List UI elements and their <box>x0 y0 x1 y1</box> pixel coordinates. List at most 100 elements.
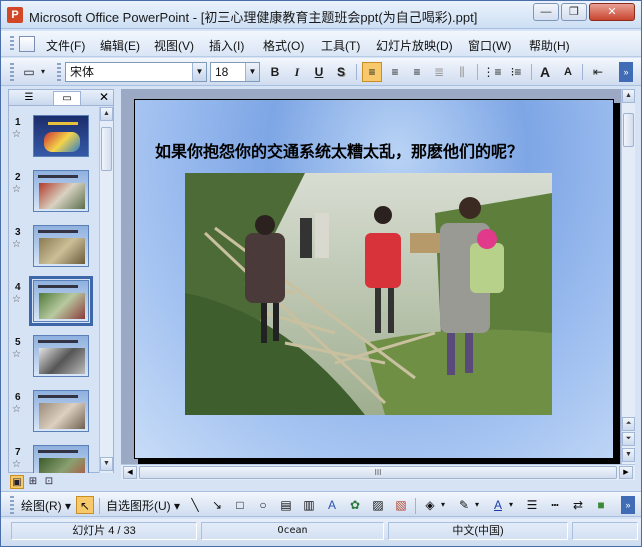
vertical-scroll-thumb[interactable] <box>623 113 634 147</box>
autoshapes-button[interactable]: 自选图形(U) ▾ <box>106 497 180 514</box>
wordart-icon[interactable]: A <box>323 496 341 514</box>
menu-window[interactable]: 窗口(W) <box>468 37 511 54</box>
pane-close-icon[interactable]: ✕ <box>99 90 109 105</box>
slide-photo[interactable] <box>185 173 552 415</box>
slide-thumbnail[interactable] <box>33 445 89 473</box>
minimize-button[interactable]: — <box>533 3 559 21</box>
document-icon[interactable] <box>19 36 35 52</box>
line-tool-icon[interactable]: ╲ <box>186 496 204 514</box>
slide-thumbnail[interactable] <box>33 225 89 267</box>
new-document-icon[interactable]: ▭ <box>19 62 39 82</box>
fill-color-dropdown-icon[interactable]: ▾ <box>438 496 448 514</box>
toolbar-options-icon[interactable]: » <box>619 62 633 82</box>
slide-vertical-scrollbar[interactable]: ▲ ⏶ ⏷ ▼ <box>621 89 635 464</box>
underline-button[interactable]: U <box>309 62 329 82</box>
menu-help[interactable]: 帮助(H) <box>529 37 570 54</box>
dash-style-icon[interactable]: ┅ <box>546 496 564 514</box>
vertical-textbox-icon[interactable]: ▥ <box>300 496 318 514</box>
diagram-icon[interactable]: ✿ <box>346 496 364 514</box>
font-color-dropdown-icon[interactable]: ▾ <box>506 496 516 514</box>
normal-view-icon[interactable]: ▣ <box>10 475 24 489</box>
menu-format[interactable]: 格式(O) <box>263 37 304 54</box>
menu-slideshow[interactable]: 幻灯片放映(D) <box>376 37 453 54</box>
next-slide-icon[interactable]: ⏷ <box>622 432 635 446</box>
scroll-right-icon[interactable]: ▶ <box>619 466 633 479</box>
slide-title[interactable]: 如果你抱怨你的交通系统太糟太乱，那麽他们的呢？ <box>155 138 605 162</box>
menu-file[interactable]: 文件(F) <box>46 37 85 54</box>
bullets-icon[interactable]: ⁝≡ <box>506 62 526 82</box>
font-color-icon[interactable]: A <box>489 496 507 514</box>
slide-thumbnail[interactable] <box>33 170 89 212</box>
slide-thumbnail-row[interactable]: 6 ☆ <box>9 390 99 442</box>
clipart-icon[interactable]: ▨ <box>369 496 387 514</box>
menu-edit[interactable]: 编辑(E) <box>100 37 140 54</box>
pane-scrollbar[interactable]: ▲ ▼ <box>99 107 113 473</box>
picture-icon[interactable]: ▧ <box>392 496 410 514</box>
fill-color-icon[interactable]: ◈ <box>421 496 439 514</box>
rectangle-tool-icon[interactable]: □ <box>231 496 249 514</box>
pane-scroll-thumb[interactable] <box>101 127 112 171</box>
slide-show-view-icon[interactable]: ⊡ <box>42 475 56 489</box>
slide-thumbnail-row[interactable]: 3 ☆ <box>9 225 99 277</box>
current-slide[interactable]: 如果你抱怨你的交通系统太糟太乱，那麽他们的呢？ <box>134 99 614 459</box>
decrease-indent-icon[interactable]: ⇤ <box>588 62 608 82</box>
slide-thumbnail[interactable] <box>33 335 89 377</box>
align-center-icon[interactable]: ≡ <box>385 62 405 82</box>
pane-scroll-up-icon[interactable]: ▲ <box>100 107 113 121</box>
toolbar-grip-2[interactable] <box>57 63 61 81</box>
font-name-dropdown-icon[interactable]: ▼ <box>192 63 206 81</box>
slide-thumbnail-row[interactable]: 4 ☆ <box>9 276 99 332</box>
scroll-left-icon[interactable]: ◀ <box>123 466 137 479</box>
arrow-tool-icon[interactable]: ↘ <box>208 496 226 514</box>
slide-sorter-view-icon[interactable]: ⊞ <box>26 475 40 489</box>
scroll-down-icon[interactable]: ▼ <box>622 448 635 462</box>
drawbar-grip[interactable] <box>10 496 14 514</box>
numbering-icon[interactable]: ⋮≡ <box>482 62 502 82</box>
powerpoint-app-icon[interactable]: P <box>7 7 23 23</box>
font-size-combo[interactable]: 18 ▼ <box>210 62 260 82</box>
font-size-dropdown-icon[interactable]: ▼ <box>245 63 259 81</box>
textbox-tool-icon[interactable]: ▤ <box>277 496 295 514</box>
slide-horizontal-scrollbar[interactable]: ◀ III ▶ <box>121 464 635 480</box>
previous-slide-icon[interactable]: ⏶ <box>622 417 635 431</box>
scroll-up-icon[interactable]: ▲ <box>622 89 635 103</box>
align-right-icon[interactable]: ≡ <box>407 62 427 82</box>
menu-grip[interactable] <box>10 36 14 52</box>
slide-thumbnail-row[interactable]: 2 ☆ <box>9 170 99 222</box>
shadow-style-icon[interactable]: ■ <box>592 496 610 514</box>
slide-thumbnail[interactable] <box>33 115 89 157</box>
shrink-font-button[interactable]: A <box>558 62 578 82</box>
new-dropdown-icon[interactable]: ▾ <box>37 62 49 82</box>
slide-thumbnail[interactable] <box>33 390 89 432</box>
text-direction-icon[interactable]: ⫼ <box>452 62 472 82</box>
select-objects-icon[interactable]: ↖ <box>76 496 94 514</box>
tab-slides[interactable]: ▭ <box>53 91 81 105</box>
font-name-combo[interactable]: 宋体 ▼ <box>65 62 207 82</box>
oval-tool-icon[interactable]: ○ <box>254 496 272 514</box>
pane-scroll-down-icon[interactable]: ▼ <box>100 457 113 471</box>
menu-insert[interactable]: 插入(I) <box>209 37 244 54</box>
line-color-dropdown-icon[interactable]: ▾ <box>472 496 482 514</box>
close-button[interactable]: ✕ <box>589 3 635 21</box>
tab-outline[interactable]: ☰ <box>15 91 43 105</box>
italic-button[interactable]: I <box>287 62 307 82</box>
draw-menu-button[interactable]: 绘图(R) ▾ <box>21 497 71 514</box>
line-style-icon[interactable]: ☰ <box>523 496 541 514</box>
shadow-button[interactable]: S <box>331 62 351 82</box>
slide-thumbnail-row[interactable]: 1 ☆ <box>9 115 99 167</box>
bold-button[interactable]: B <box>265 62 285 82</box>
grow-font-button[interactable]: A <box>535 62 555 82</box>
drawbar-options-icon[interactable]: » <box>621 496 635 514</box>
arrow-style-icon[interactable]: ⇄ <box>569 496 587 514</box>
menu-view[interactable]: 视图(V) <box>154 37 194 54</box>
restore-button[interactable]: ❐ <box>561 3 587 21</box>
slide-thumbnail-selected[interactable] <box>29 276 93 326</box>
align-left-icon[interactable]: ≡ <box>362 62 382 82</box>
toolbar-grip[interactable] <box>10 63 14 81</box>
slide-thumbnail-row[interactable]: 7 ☆ <box>9 445 99 473</box>
menu-tools[interactable]: 工具(T) <box>321 37 360 54</box>
status-language[interactable]: 中文(中国) <box>388 522 568 540</box>
status-design-name[interactable]: Ocean <box>201 522 384 540</box>
justify-icon[interactable]: ≣ <box>429 62 449 82</box>
slide-thumbnail-row[interactable]: 5 ☆ <box>9 335 99 387</box>
